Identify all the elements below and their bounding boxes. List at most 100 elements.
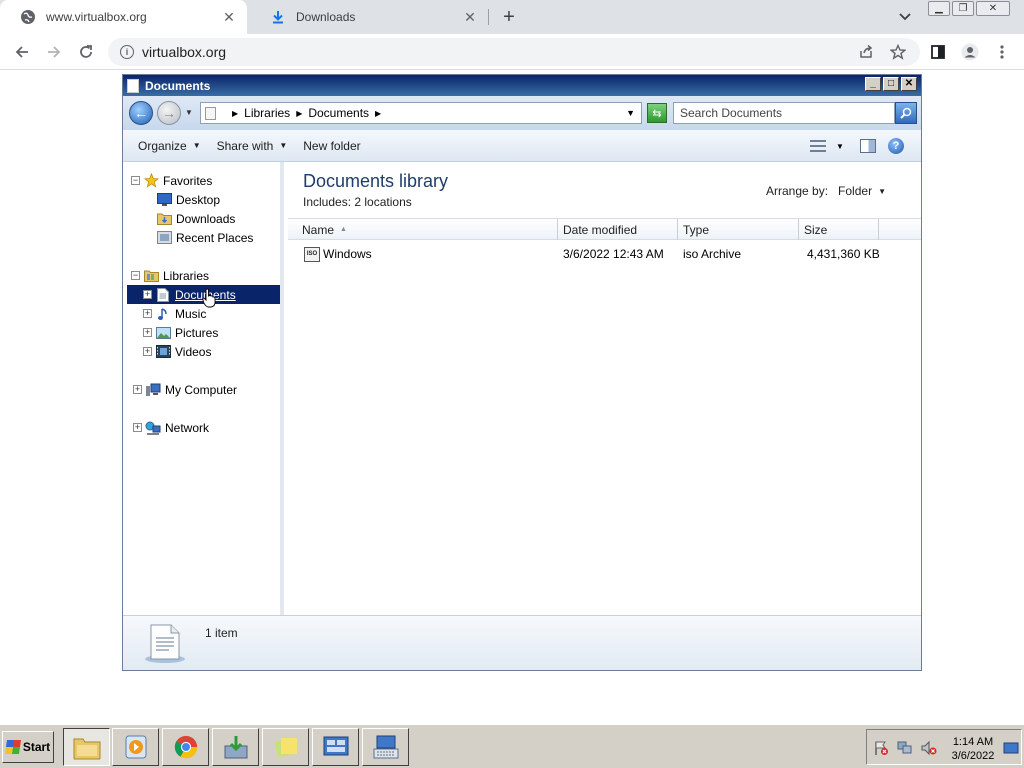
minimize-window-button[interactable]: ▁ xyxy=(928,1,950,16)
address-text: virtualbox.org xyxy=(142,44,227,60)
nav-downloads[interactable]: Downloads xyxy=(156,209,235,228)
nav-pictures[interactable]: + Pictures xyxy=(143,323,218,342)
refresh-button[interactable]: ⇆ xyxy=(647,103,667,123)
profile-avatar-icon[interactable] xyxy=(958,40,982,64)
show-desktop-icon[interactable] xyxy=(1003,740,1019,756)
content-pane: Documents library Includes: 2 locations … xyxy=(288,162,921,615)
column-header-date-modified[interactable]: Date modified xyxy=(558,219,678,240)
organize-button[interactable]: Organize ▼ xyxy=(130,134,209,158)
side-panel-icon[interactable] xyxy=(926,40,950,64)
volume-muted-icon[interactable] xyxy=(921,740,937,756)
explorer-close-button[interactable]: ✕ xyxy=(901,77,917,91)
explorer-minimize-button[interactable]: _ xyxy=(865,77,881,91)
close-tab-icon[interactable]: ✕ xyxy=(462,9,478,25)
column-header-size[interactable]: Size xyxy=(799,219,879,240)
breadcrumb-documents[interactable]: Documents xyxy=(308,106,369,120)
share-with-button[interactable]: Share with ▼ xyxy=(209,134,296,158)
new-tab-button[interactable]: + xyxy=(498,6,520,28)
taskbar-media-player[interactable] xyxy=(112,728,159,766)
breadcrumb-separator-icon[interactable]: ▶ xyxy=(375,109,381,118)
new-folder-label: New folder xyxy=(303,138,361,153)
action-center-flag-icon[interactable] xyxy=(873,740,889,756)
expand-icon[interactable]: + xyxy=(133,385,142,394)
forward-arrow-icon[interactable] xyxy=(42,40,66,64)
media-player-icon xyxy=(125,735,146,759)
collapse-icon[interactable]: − xyxy=(131,271,140,280)
nav-libraries[interactable]: − Libraries xyxy=(131,266,209,285)
start-button[interactable]: Start xyxy=(2,731,54,763)
taskbar-sticky-notes[interactable] xyxy=(262,728,309,766)
explorer-address-bar[interactable]: ▶ Libraries ▶ Documents ▶ ▼ xyxy=(200,102,642,124)
view-options-button[interactable] xyxy=(807,135,829,157)
site-info-icon[interactable]: i xyxy=(120,45,134,59)
taskbar-explorer[interactable] xyxy=(63,728,110,766)
history-dropdown-icon[interactable]: ▼ xyxy=(185,108,193,117)
forward-button[interactable]: → xyxy=(157,101,181,125)
nav-recent-places[interactable]: Recent Places xyxy=(156,228,253,247)
address-dropdown-icon[interactable]: ▼ xyxy=(626,108,635,118)
file-row[interactable]: ISO Windows 3/6/2022 12:43 AM iso Archiv… xyxy=(288,244,921,264)
expand-icon[interactable]: + xyxy=(143,328,152,337)
search-input[interactable]: Search Documents xyxy=(673,102,895,124)
breadcrumb-libraries[interactable]: Libraries xyxy=(244,106,290,120)
file-name-cell[interactable]: ISO Windows xyxy=(304,244,372,264)
expand-icon[interactable]: + xyxy=(133,423,142,432)
new-folder-button[interactable]: New folder xyxy=(295,134,368,158)
breadcrumb-separator-icon[interactable]: ▶ xyxy=(296,109,302,118)
expand-icon[interactable]: + xyxy=(143,347,152,356)
taskbar-installer[interactable] xyxy=(212,728,259,766)
column-header-name[interactable]: Name ▲ xyxy=(288,219,558,240)
installer-icon xyxy=(224,736,247,759)
tab-search-chevron-icon[interactable] xyxy=(896,8,914,26)
menu-kebab-icon[interactable] xyxy=(990,40,1014,64)
column-header-type[interactable]: Type xyxy=(678,219,799,240)
tab-title: www.virtualbox.org xyxy=(46,10,147,24)
window-controls: ▁ ❐ ✕ xyxy=(928,1,1010,16)
share-icon[interactable] xyxy=(854,40,878,64)
expand-icon[interactable]: + xyxy=(143,309,152,318)
search-button[interactable] xyxy=(895,102,917,124)
includes-locations-link[interactable]: 2 locations xyxy=(354,195,411,209)
help-button[interactable]: ? xyxy=(885,135,907,157)
pictures-icon xyxy=(155,326,171,340)
nav-network[interactable]: + Network xyxy=(133,418,209,437)
chevron-down-icon: ▼ xyxy=(192,141,201,150)
close-window-button[interactable]: ✕ xyxy=(976,1,1010,16)
network-status-icon[interactable] xyxy=(897,740,913,756)
libraries-icon xyxy=(143,269,159,283)
nav-desktop[interactable]: Desktop xyxy=(156,190,220,209)
nav-music[interactable]: + Music xyxy=(143,304,206,323)
view-dropdown-icon[interactable]: ▼ xyxy=(833,135,847,157)
taskbar-control-panel[interactable] xyxy=(312,728,359,766)
item-count: 1 item xyxy=(205,626,238,640)
taskbar-on-screen-keyboard[interactable] xyxy=(362,728,409,766)
tab-downloads[interactable]: Downloads ✕ xyxy=(250,0,488,34)
close-tab-icon[interactable]: ✕ xyxy=(221,9,237,25)
clock[interactable]: 1:14 AM 3/6/2022 xyxy=(951,735,995,763)
clock-time: 1:14 AM xyxy=(952,736,994,748)
explorer-title-bar[interactable]: Documents _ □ ✕ xyxy=(123,75,921,96)
nav-favorites[interactable]: − Favorites xyxy=(131,171,212,190)
collapse-icon[interactable]: − xyxy=(131,176,140,185)
tab-virtualbox[interactable]: www.virtualbox.org ✕ xyxy=(0,0,247,34)
explorer-maximize-button[interactable]: □ xyxy=(883,77,899,91)
address-bar[interactable]: i virtualbox.org xyxy=(108,38,920,66)
explorer-address-row: ← → ▼ ▶ Libraries ▶ Documents ▶ ▼ ⇆ Sear… xyxy=(123,96,921,130)
nav-my-computer[interactable]: + My Computer xyxy=(133,380,237,399)
help-icon: ? xyxy=(888,138,904,154)
bookmark-star-icon[interactable] xyxy=(886,40,910,64)
expand-icon[interactable]: + xyxy=(143,290,152,299)
back-button[interactable]: ← xyxy=(129,101,153,125)
back-arrow-icon[interactable] xyxy=(10,40,34,64)
taskbar-chrome[interactable] xyxy=(162,728,209,766)
chevron-down-icon[interactable]: ▼ xyxy=(878,187,886,196)
nav-music-label: Music xyxy=(175,306,207,321)
nav-videos[interactable]: + Videos xyxy=(143,342,211,361)
browser-toolbar: i virtualbox.org xyxy=(0,34,1024,70)
preview-pane-button[interactable] xyxy=(857,135,879,157)
restore-window-button[interactable]: ❐ xyxy=(952,1,974,16)
breadcrumb-separator-icon[interactable]: ▶ xyxy=(232,109,238,118)
reload-icon[interactable] xyxy=(74,40,98,64)
documents-icon xyxy=(155,287,171,302)
arrange-by-dropdown[interactable]: Folder xyxy=(838,184,872,198)
